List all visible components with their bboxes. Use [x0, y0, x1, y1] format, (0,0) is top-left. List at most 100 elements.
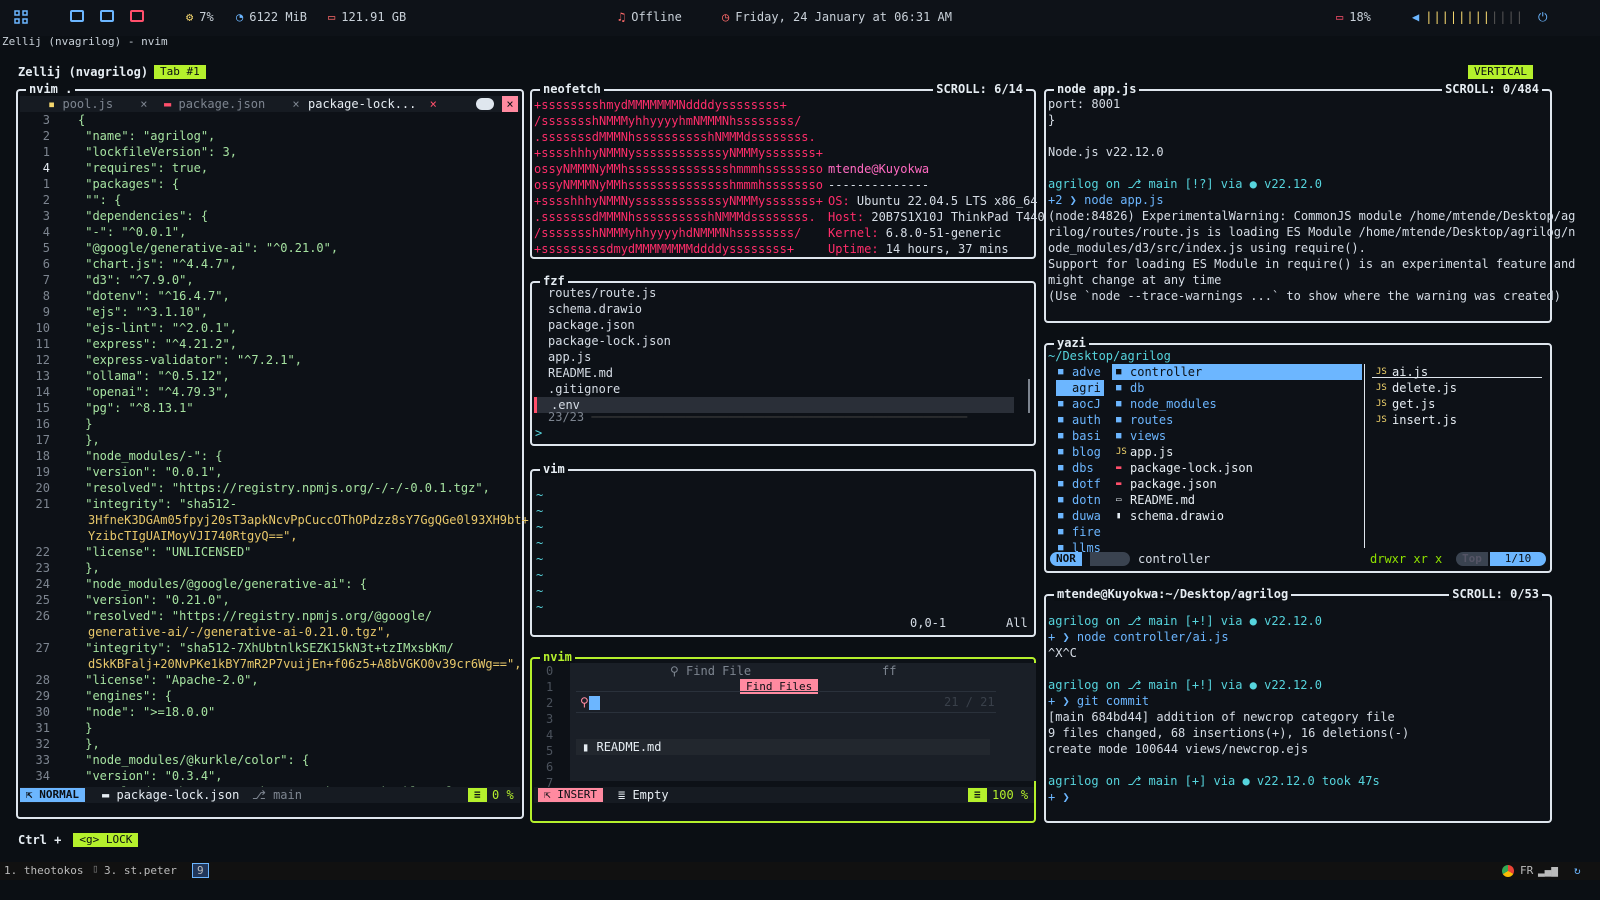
fzf-prompt[interactable]: > [535, 425, 542, 441]
buffer-tab-pool[interactable]: ▪ pool.js × [48, 96, 148, 112]
music-indicator[interactable]: ♫ Offline [618, 10, 682, 24]
code-line[interactable]: 30 "node": ">=18.0.0" [20, 704, 216, 720]
workspace-1-icon[interactable] [70, 10, 84, 22]
apps-grid-icon[interactable] [14, 10, 28, 24]
code-line[interactable]: 18 "node_modules/-": { [20, 448, 223, 464]
code-line[interactable]: 17 }, [20, 432, 100, 448]
code-line[interactable]: 9 "ejs": "^3.1.10", [20, 304, 208, 320]
dir-item[interactable]: package.json [1112, 476, 1362, 492]
dir-item[interactable]: schema.drawio [1112, 508, 1362, 524]
dir-item[interactable]: node_modules [1112, 396, 1362, 412]
code-line[interactable]: dSkKBFalj+20NvPKe1kBY7mR2P7vuijEn+f06z5+… [58, 656, 521, 672]
lock-mode-badge[interactable]: <g> LOCK [73, 833, 139, 847]
code-line[interactable]: YzibcTIgUAIMoyVJI740RtgyQ==", [58, 528, 298, 544]
code-line[interactable]: 7 "d3": "^7.9.0", [20, 272, 194, 288]
close-icon[interactable]: × [292, 97, 299, 111]
shell-pane[interactable]: mtende@Kuyokwa:~/Desktop/agrilog SCROLL:… [1044, 587, 1552, 823]
code-line[interactable]: 32 }, [20, 736, 100, 752]
fzf-item[interactable]: app.js [548, 349, 591, 365]
fzf-item[interactable]: schema.drawio [548, 301, 642, 317]
update-icon[interactable]: ↻ [1574, 864, 1581, 877]
dir-item[interactable]: package-lock.json [1112, 460, 1362, 476]
fzf-item[interactable]: package-lock.json [548, 333, 671, 349]
code-line[interactable]: 8 "dotenv": "^16.4.7", [20, 288, 230, 304]
close-buffer-button[interactable]: × [502, 96, 518, 112]
volume-indicator[interactable]: ◀ |||||||||||| [1412, 10, 1524, 24]
code-line[interactable]: 28 "license": "Apache-2.0", [20, 672, 259, 688]
code-line[interactable]: 4 "requires": true, [20, 160, 208, 176]
fzf-pane[interactable]: fzf routes/route.js schema.drawio package.… [530, 274, 1036, 446]
close-icon[interactable]: × [430, 97, 437, 111]
tab-1[interactable]: Tab #1 [154, 65, 206, 79]
code-line[interactable]: 29 "engines": { [20, 688, 172, 704]
workspace-3-icon[interactable] [130, 10, 144, 22]
code-line[interactable]: 2 "": { [20, 192, 122, 208]
ascii-line: +sssssssshmydMMMMMMMNddddyssssssss+ [534, 98, 787, 112]
fzf-item[interactable]: README.md [548, 365, 613, 381]
buffer-tab-package[interactable]: ▬ package.json × [164, 96, 300, 112]
dir-item[interactable]: views [1112, 428, 1362, 444]
dir-item[interactable]: db [1112, 380, 1362, 396]
search-input[interactable]: ⚲ [580, 694, 600, 710]
code-line[interactable]: 25 "version": "0.21.0", [20, 592, 230, 608]
code-line[interactable]: 15 "pg": "^8.13.1" [20, 400, 194, 416]
power-icon[interactable]: ⏻ [1538, 10, 1548, 25]
dir-item[interactable]: app.js [1112, 444, 1362, 460]
code-line[interactable]: 31 } [20, 720, 93, 736]
code-line[interactable]: 2 "name": "agrilog", [20, 128, 216, 144]
code-line[interactable]: 34 "version": "0.3.4", [20, 768, 223, 784]
signal-icon[interactable]: ▂▄▆ [1538, 864, 1558, 877]
code-line[interactable]: 3{ [20, 112, 85, 128]
fzf-scrollbar[interactable] [1028, 379, 1030, 413]
code-line[interactable]: 5 "@google/generative-ai": "^0.21.0", [20, 240, 338, 256]
tilde-line: ~ [536, 584, 544, 598]
code-line[interactable]: 20 "resolved": "https://registry.npmjs.o… [20, 480, 490, 496]
code-line[interactable]: 1 "lockfileVersion": 3, [20, 144, 237, 160]
clock[interactable]: ◷ Friday, 24 January at 06:31 AM [722, 10, 952, 24]
yazi-pane[interactable]: yazi ~/Desktop/agrilog adve agri aocJ auth b… [1044, 336, 1552, 573]
code-line[interactable]: 1 "packages": { [20, 176, 179, 192]
workspace-3[interactable]: 3. st.peter [104, 864, 177, 877]
code-line[interactable]: 3HfneK3DGAm05fpyj20sT3apkNcvPpCuccOThOPd… [58, 512, 529, 528]
workspace-9[interactable]: 9 [192, 863, 209, 878]
vim-pane[interactable]: vim ~ ~ ~ ~ ~ ~ ~ ~ 0,0-1 All [530, 462, 1036, 637]
workspace-2-icon[interactable] [100, 10, 114, 22]
code-line[interactable]: 6 "chart.js": "^4.4.7", [20, 256, 237, 272]
code-line[interactable]: 12 "express-validator": "^7.2.1", [20, 352, 302, 368]
dir-item[interactable]: controller [1112, 364, 1362, 380]
code-line[interactable]: 10 "ejs-lint": "^2.0.1", [20, 320, 237, 336]
neofetch-user: mtende@Kuyokwa [828, 162, 930, 176]
code-line[interactable]: 23 }, [20, 560, 100, 576]
fzf-item[interactable]: routes/route.js [548, 285, 656, 301]
code-line[interactable]: 16 } [20, 416, 93, 432]
code-line[interactable]: 33 "node_modules/@kurkle/color": { [20, 752, 310, 768]
code-line[interactable]: 26 "resolved": "https://registry.npmjs.o… [20, 608, 432, 624]
buffer-tab-package-lock[interactable]: package-lock... × [308, 96, 437, 112]
code-line[interactable]: 11 "express": "^4.21.2", [20, 336, 237, 352]
neofetch-pane[interactable]: neofetch SCROLL: 6/14 +sssssssshmydMMMMM… [530, 82, 1045, 259]
code-line[interactable]: 14 "openai": "^4.79.3", [20, 384, 230, 400]
code-line[interactable]: 4 "-": "^0.0.1", [20, 224, 187, 240]
code-line[interactable]: 13 "ollama": "^0.5.12", [20, 368, 230, 384]
workspace-1[interactable]: 1. theotokos [4, 864, 83, 877]
fzf-item[interactable]: .gitignore [548, 381, 620, 397]
code-line[interactable]: 22 "license": "UNLICENSED" [20, 544, 252, 560]
code-line[interactable]: 24 "node_modules/@google/generative-ai":… [20, 576, 367, 592]
fzf-item[interactable]: package.json [548, 317, 635, 333]
toggle-icon[interactable] [476, 98, 494, 110]
nvim-pane[interactable]: nvim . ▪ pool.js × ▬ package.json × pack… [16, 82, 529, 819]
code-line[interactable]: 27 "integrity": "sha512-7XhUbtnlkSEZK15k… [20, 640, 454, 656]
close-icon[interactable]: × [140, 97, 147, 111]
dir-item[interactable]: README.md [1112, 492, 1362, 508]
result-item[interactable]: ▮ README.md [582, 739, 662, 755]
chrome-icon[interactable] [1502, 865, 1514, 877]
file-icon: ▮ [582, 740, 590, 754]
dir-item[interactable]: routes [1112, 412, 1362, 428]
code-line[interactable]: 3 "dependencies": { [20, 208, 208, 224]
code-line[interactable]: 21 "integrity": "sha512- [20, 496, 237, 512]
code-line[interactable]: generative-ai/-/generative-ai-0.21.0.tgz… [58, 624, 391, 640]
node-pane[interactable]: node app.js SCROLL: 0/484 port: 8001} Nod… [1044, 82, 1575, 323]
keyboard-layout[interactable]: FR [1520, 864, 1533, 877]
code-line[interactable]: 19 "version": "0.0.1", [20, 464, 223, 480]
nvim-telescope-pane[interactable]: nvim 01234567 ⚲ Find File ff Find Files … [530, 650, 1036, 823]
